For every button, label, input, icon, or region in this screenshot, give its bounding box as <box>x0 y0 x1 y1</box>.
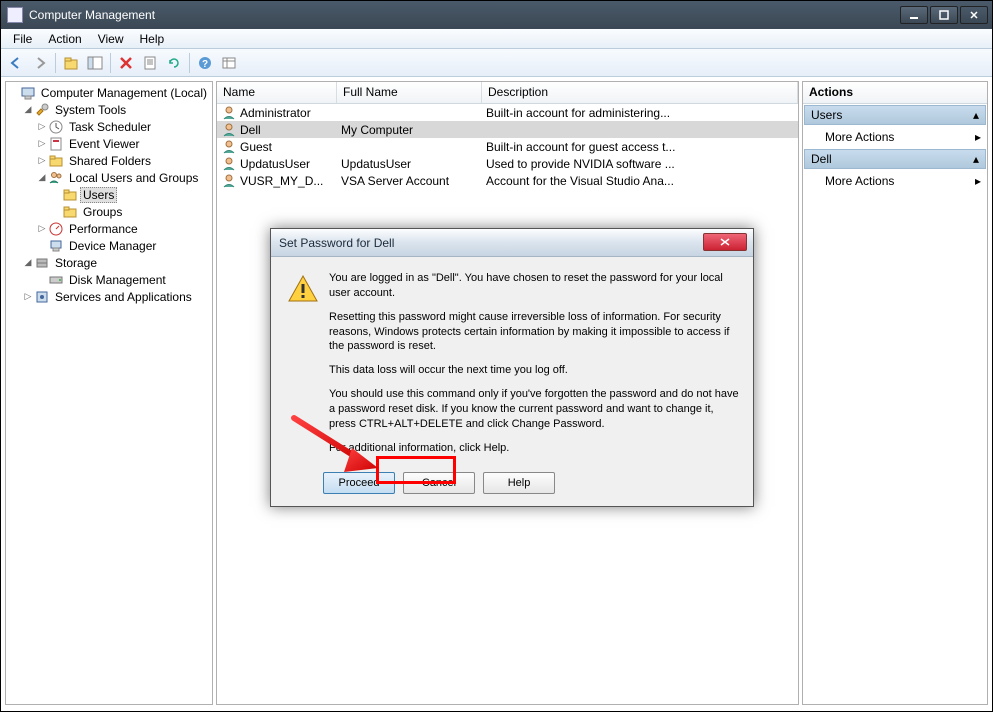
actions-header: Actions <box>803 82 987 104</box>
collapse-icon: ▴ <box>973 108 979 122</box>
user-icon <box>221 156 237 172</box>
properties-button[interactable] <box>139 52 161 74</box>
disk-icon <box>48 272 64 288</box>
list-row[interactable]: UpdatusUser UpdatusUser Used to provide … <box>217 155 798 172</box>
expand-icon[interactable]: ▷ <box>36 121 48 132</box>
expand-icon[interactable]: ▷ <box>36 155 48 166</box>
storage-icon <box>34 255 50 271</box>
arrow-right-icon: ▸ <box>975 130 981 144</box>
proceed-button[interactable]: Proceed <box>323 472 395 494</box>
list-row-selected[interactable]: Dell My Computer <box>217 121 798 138</box>
performance-icon <box>48 221 64 237</box>
actions-more-1[interactable]: More Actions▸ <box>803 126 987 148</box>
user-icon <box>221 105 237 121</box>
dialog-body: You are logged in as "Dell". You have ch… <box>271 257 753 506</box>
actions-section-users[interactable]: Users▴ <box>804 105 986 125</box>
list-row[interactable]: Guest Built-in account for guest access … <box>217 138 798 155</box>
expand-icon[interactable]: ▷ <box>36 138 48 149</box>
tree-event-viewer[interactable]: ▷Event Viewer <box>8 135 210 152</box>
list-row[interactable]: Administrator Built-in account for admin… <box>217 104 798 121</box>
users-groups-icon <box>48 170 64 186</box>
menubar: File Action View Help <box>1 29 992 49</box>
collapse-icon[interactable]: ◢ <box>36 172 48 183</box>
window-title: Computer Management <box>29 8 900 22</box>
forward-button[interactable] <box>29 52 51 74</box>
set-password-dialog: Set Password for Dell You are logged in … <box>270 228 754 507</box>
computer-mgmt-icon <box>20 85 36 101</box>
collapse-icon[interactable]: ◢ <box>22 104 34 115</box>
help-button[interactable]: Help <box>483 472 555 494</box>
tree-disk-management[interactable]: Disk Management <box>8 271 210 288</box>
toolbar: ? <box>1 49 992 77</box>
user-icon <box>221 122 237 138</box>
menu-action[interactable]: Action <box>40 30 89 48</box>
show-tree-button[interactable] <box>84 52 106 74</box>
cancel-button[interactable]: Cancel <box>403 472 475 494</box>
menu-help[interactable]: Help <box>132 30 173 48</box>
tree-users[interactable]: Users <box>8 186 210 203</box>
tree-shared-folders[interactable]: ▷Shared Folders <box>8 152 210 169</box>
expand-icon[interactable]: ▷ <box>22 291 34 302</box>
tree-root[interactable]: Computer Management (Local) <box>8 84 210 101</box>
collapse-icon: ▴ <box>973 152 979 166</box>
folder-icon <box>62 187 78 203</box>
menu-view[interactable]: View <box>90 30 132 48</box>
collapse-icon[interactable]: ◢ <box>22 257 34 268</box>
maximize-button[interactable] <box>930 6 958 24</box>
user-icon <box>221 173 237 189</box>
dialog-buttons: Proceed Cancel Help <box>323 472 741 494</box>
actions-section-dell[interactable]: Dell▴ <box>804 149 986 169</box>
device-manager-icon <box>48 238 64 254</box>
minimize-button[interactable] <box>900 6 928 24</box>
refresh-button[interactable] <box>163 52 185 74</box>
event-viewer-icon <box>48 136 64 152</box>
view-mode-button[interactable] <box>218 52 240 74</box>
tree-storage[interactable]: ◢Storage <box>8 254 210 271</box>
clock-icon <box>48 119 64 135</box>
column-description[interactable]: Description <box>482 82 798 103</box>
user-icon <box>221 139 237 155</box>
titlebar[interactable]: Computer Management <box>1 1 992 29</box>
expand-icon[interactable]: ▷ <box>36 223 48 234</box>
app-icon <box>7 7 23 23</box>
tree-groups[interactable]: Groups <box>8 203 210 220</box>
tree-performance[interactable]: ▷Performance <box>8 220 210 237</box>
tree-panel[interactable]: Computer Management (Local) ◢System Tool… <box>5 81 213 705</box>
close-button[interactable] <box>960 6 988 24</box>
column-name[interactable]: Name <box>217 82 337 103</box>
actions-more-2[interactable]: More Actions▸ <box>803 170 987 192</box>
tree-device-manager[interactable]: Device Manager <box>8 237 210 254</box>
warning-icon <box>287 273 319 305</box>
help-button[interactable]: ? <box>194 52 216 74</box>
dialog-text: You are logged in as "Dell". You have ch… <box>329 271 741 464</box>
actions-panel: Actions Users▴ More Actions▸ Dell▴ More … <box>802 81 988 705</box>
column-fullname[interactable]: Full Name <box>337 82 482 103</box>
up-button[interactable] <box>60 52 82 74</box>
tree-services-apps[interactable]: ▷Services and Applications <box>8 288 210 305</box>
tree-task-scheduler[interactable]: ▷Task Scheduler <box>8 118 210 135</box>
svg-text:?: ? <box>202 59 208 70</box>
folder-icon <box>62 204 78 220</box>
dialog-title: Set Password for Dell <box>279 236 751 250</box>
tree-system-tools[interactable]: ◢System Tools <box>8 101 210 118</box>
dialog-close-button[interactable] <box>703 233 747 251</box>
dialog-titlebar[interactable]: Set Password for Dell <box>271 229 753 257</box>
arrow-right-icon: ▸ <box>975 174 981 188</box>
tree-local-users-groups[interactable]: ◢Local Users and Groups <box>8 169 210 186</box>
list-row[interactable]: VUSR_MY_D... VSA Server Account Account … <box>217 172 798 189</box>
menu-file[interactable]: File <box>5 30 40 48</box>
list-header: Name Full Name Description <box>217 82 798 104</box>
back-button[interactable] <box>5 52 27 74</box>
tools-icon <box>34 102 50 118</box>
services-icon <box>34 289 50 305</box>
shared-folder-icon <box>48 153 64 169</box>
delete-button[interactable] <box>115 52 137 74</box>
